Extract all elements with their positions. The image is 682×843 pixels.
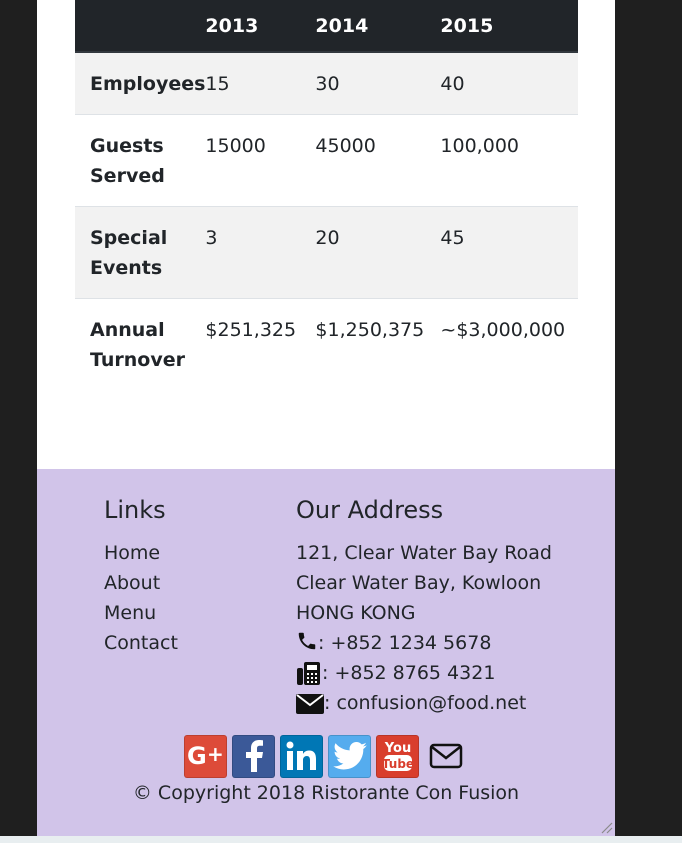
table-header-cell: 2015	[440, 0, 578, 53]
table-header-row: 2013 2014 2015	[75, 0, 578, 53]
fax-icon	[296, 660, 322, 685]
footer-link-item: Contact	[104, 628, 178, 658]
email-line: : confusion@food.net	[296, 688, 552, 718]
resize-grip-icon[interactable]	[599, 820, 613, 834]
envelope-icon	[296, 691, 324, 714]
fax-line: : +852 8765 4321	[296, 658, 552, 688]
linkedin-icon	[286, 741, 316, 770]
table-row: Guests Served 15000 45000 100,000	[75, 114, 578, 207]
phone-number: : +852 1234 5678	[318, 632, 492, 654]
twitter-button[interactable]	[328, 734, 371, 778]
svg-text:+: +	[207, 743, 224, 766]
address-heading: Our Address	[296, 496, 444, 524]
table-cell: ~$3,000,000	[440, 319, 566, 341]
facebook-button[interactable]	[232, 734, 275, 778]
row-label: Guests Served	[90, 135, 165, 187]
window-bottom-edge	[0, 836, 682, 843]
phone-line: : +852 1234 5678	[296, 628, 552, 658]
email-link[interactable]: : confusion@food.net	[324, 692, 526, 714]
footer-link-item: Menu	[104, 598, 178, 628]
table-cell: $251,325	[205, 319, 297, 341]
footer-address-section: Our Address 121, Clear Water Bay Road Cl…	[296, 496, 552, 718]
table-row: Special Events 3 20 45	[75, 206, 578, 299]
mail-button[interactable]	[424, 735, 467, 778]
svg-text:Tube: Tube	[381, 757, 413, 771]
table-row: Employees 15 30 40	[75, 52, 578, 115]
site-footer: Links Home About Menu Contact Our Addres…	[37, 469, 615, 836]
youtube-button[interactable]: You Tube	[376, 734, 419, 778]
links-heading: Links	[104, 496, 166, 524]
fax-number: : +852 8765 4321	[322, 662, 496, 684]
table-cell: 100,000	[440, 135, 519, 157]
table-cell: 45000	[315, 135, 376, 157]
row-label: Annual Turnover	[90, 319, 185, 371]
social-buttons: G + You Tube	[184, 734, 467, 778]
address-block: 121, Clear Water Bay Road Clear Water Ba…	[296, 538, 552, 718]
svg-text:You: You	[383, 741, 410, 756]
facts-table: 2013 2014 2015 Employees 15 30 40 Guests…	[75, 0, 578, 390]
footer-link-home[interactable]: Home	[104, 542, 160, 564]
envelope-icon	[429, 743, 462, 769]
row-label: Special Events	[90, 227, 168, 279]
footer-link-item: About	[104, 568, 178, 598]
table-row: Annual Turnover $251,325 $1,250,375 ~$3,…	[75, 298, 578, 391]
table-cell: 15	[205, 73, 230, 95]
address-line: HONG KONG	[296, 602, 416, 624]
table-cell: 3	[205, 227, 218, 249]
google-plus-icon: G +	[187, 743, 224, 769]
footer-link-menu[interactable]: Menu	[104, 602, 156, 624]
address-line: 121, Clear Water Bay Road	[296, 542, 552, 564]
row-label: Employees	[90, 73, 206, 95]
table-cell: 45	[440, 227, 465, 249]
footer-links-list: Home About Menu Contact	[104, 538, 178, 658]
table-header-cell: 2013	[205, 0, 316, 53]
facebook-icon	[245, 740, 263, 772]
table-header-cell: 2014	[315, 0, 441, 53]
table-cell: 20	[315, 227, 340, 249]
linkedin-button[interactable]	[280, 734, 323, 778]
phone-icon	[296, 630, 318, 652]
table-cell: 40	[440, 73, 465, 95]
copyright-text: © Copyright 2018 Ristorante Con Fusion	[132, 782, 520, 804]
footer-link-item: Home	[104, 538, 178, 568]
google-plus-button[interactable]: G +	[184, 734, 227, 778]
table-header-cell-empty	[75, 0, 206, 53]
footer-link-contact[interactable]: Contact	[104, 632, 178, 654]
twitter-icon	[332, 742, 367, 770]
svg-text:G: G	[187, 743, 207, 769]
table-cell: 30	[315, 73, 340, 95]
table-cell: $1,250,375	[315, 319, 425, 341]
youtube-icon: YouTube	[381, 741, 414, 771]
table-cell: 15000	[205, 135, 266, 157]
footer-link-about[interactable]: About	[104, 572, 160, 594]
address-line: Clear Water Bay, Kowloon	[296, 572, 542, 594]
footer-links-section: Links Home About Menu Contact	[104, 496, 178, 658]
